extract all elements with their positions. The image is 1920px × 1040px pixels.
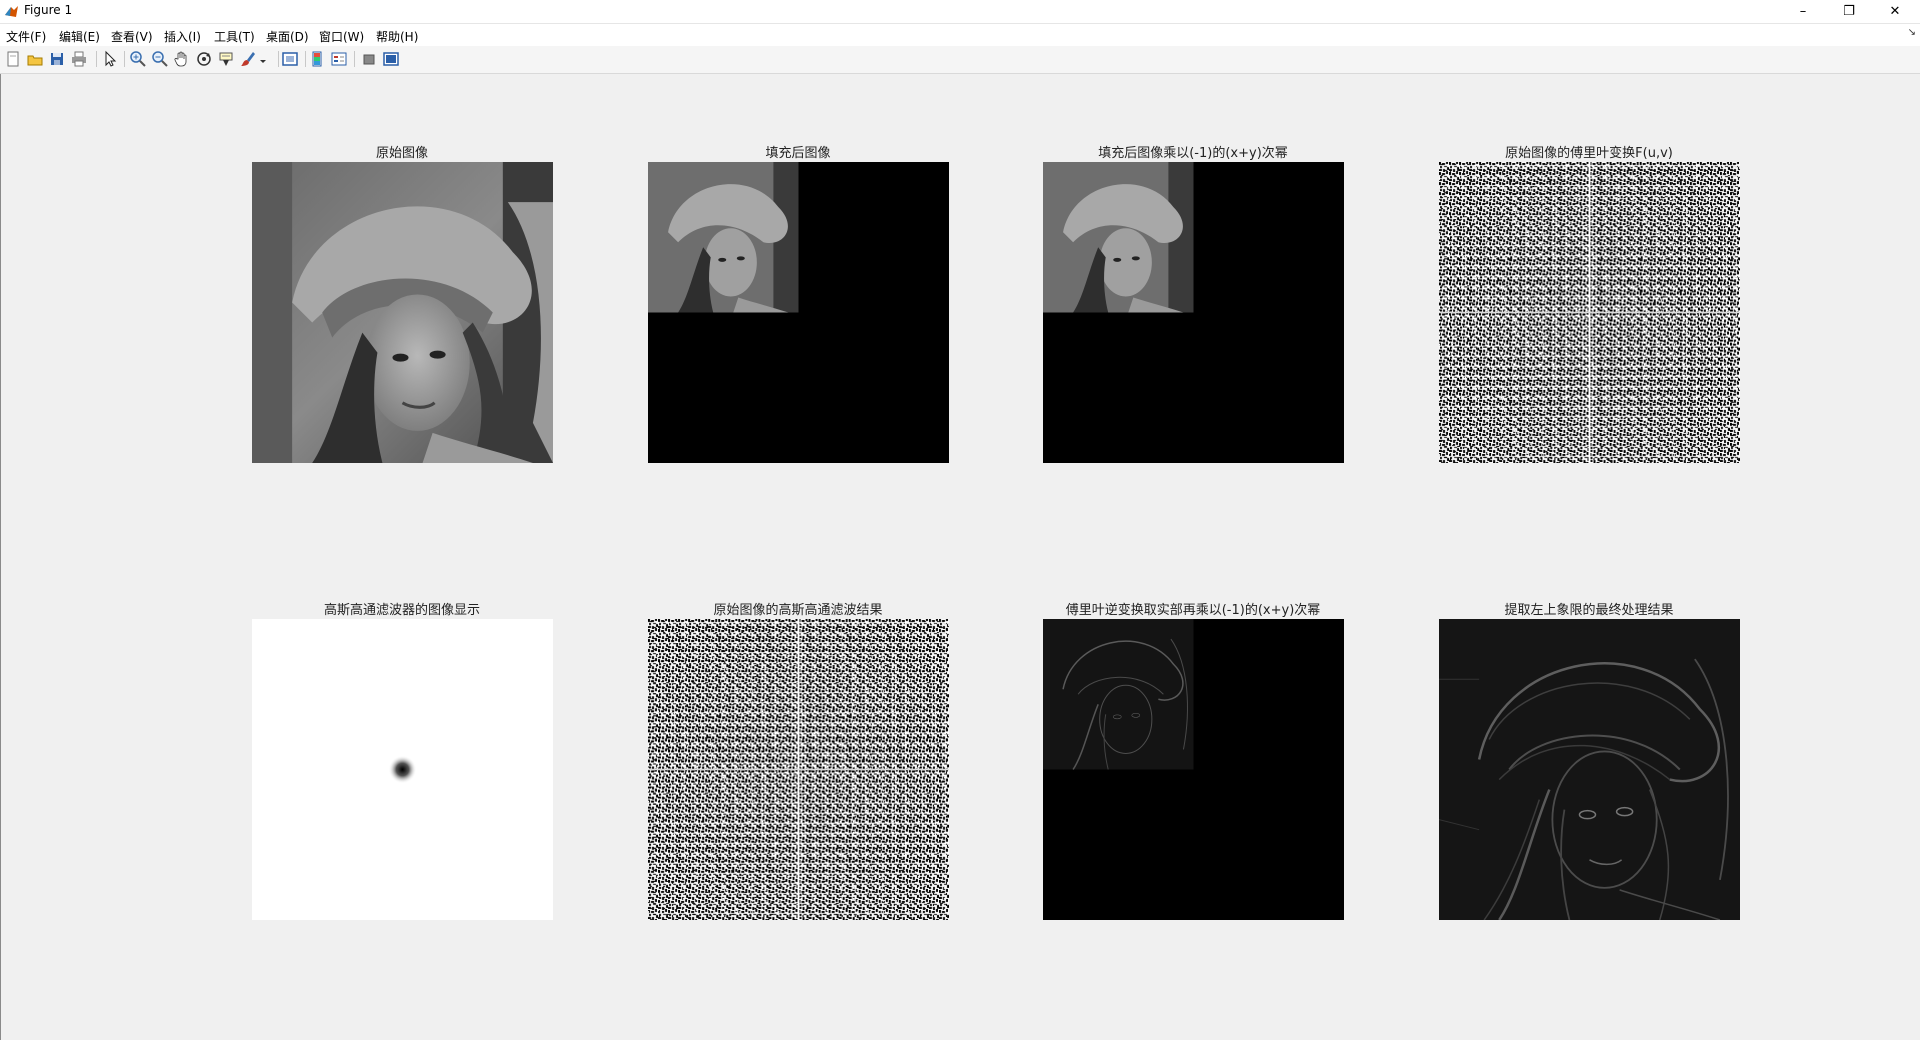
brush-dropdown-icon[interactable]: [259, 50, 267, 68]
axes-fourier-spectrum[interactable]: [1439, 162, 1740, 463]
minimize-icon[interactable]: –: [1780, 0, 1826, 22]
title-bar: Figure 1 – ❐ ✕: [0, 0, 1920, 24]
window-title: Figure 1: [24, 3, 73, 17]
final-edge-result: [1439, 619, 1740, 920]
print-icon[interactable]: [70, 50, 88, 68]
toolbar-separator: [96, 51, 97, 67]
lena-original-image: [252, 162, 553, 463]
edit-plot-arrow-icon[interactable]: [101, 50, 119, 68]
zoom-in-icon[interactable]: [129, 50, 147, 68]
subplot-title-3: 填充后图像乘以(-1)的(x+y)次幂: [1098, 146, 1288, 161]
toolbar-separator: [305, 51, 306, 67]
subplot-title-2: 填充后图像: [765, 146, 831, 161]
brush-icon[interactable]: [239, 50, 257, 68]
menu-tools[interactable]: 工具(T): [214, 28, 255, 45]
rotate-3d-icon[interactable]: [195, 50, 213, 68]
axes-filtered-spectrum[interactable]: [648, 619, 949, 920]
show-plot-tools-icon[interactable]: [382, 50, 400, 68]
inverse-padded-edges: [1043, 619, 1344, 920]
link-plot-icon[interactable]: [281, 50, 299, 68]
open-file-icon[interactable]: [26, 50, 44, 68]
subplot-title-8: 提取左上象限的最终处理结果: [1504, 603, 1674, 618]
axes-padded-image[interactable]: [648, 162, 949, 463]
fourier-spectrum-noise: [1439, 162, 1740, 463]
insert-legend-icon[interactable]: [330, 50, 348, 68]
filtered-spectrum-noise: [648, 619, 949, 920]
menu-insert[interactable]: 插入(I): [164, 28, 201, 45]
new-figure-icon[interactable]: [4, 50, 22, 68]
figure-toolbar: [0, 46, 1920, 74]
toolbar-separator: [278, 51, 279, 67]
axes-centered-padded-image[interactable]: [1043, 162, 1344, 463]
insert-colorbar-icon[interactable]: [308, 50, 326, 68]
menu-edit[interactable]: 编辑(E): [59, 28, 100, 45]
menu-view[interactable]: 查看(V): [111, 28, 153, 45]
dock-arrow-icon[interactable]: ↘: [1908, 27, 1916, 38]
menu-window[interactable]: 窗口(W): [319, 28, 364, 45]
save-icon[interactable]: [48, 50, 66, 68]
subplot-title-5: 高斯高通滤波器的图像显示: [323, 603, 480, 618]
menu-file[interactable]: 文件(F): [6, 28, 46, 45]
axes-gaussian-filter[interactable]: [252, 619, 553, 920]
restore-icon[interactable]: ❐: [1826, 0, 1872, 22]
subplot-title-4: 原始图像的傅里叶变换F(u,v): [1505, 146, 1673, 161]
subplot-title-1: 原始图像: [375, 146, 428, 161]
menu-desktop[interactable]: 桌面(D): [266, 28, 309, 45]
toolbar-separator: [124, 51, 125, 67]
menu-help[interactable]: 帮助(H): [376, 28, 418, 45]
subplot-title-7: 傅里叶逆变换取实部再乘以(-1)的(x+y)次幂: [1065, 603, 1321, 618]
data-cursor-icon[interactable]: [217, 50, 235, 68]
zoom-out-icon[interactable]: [151, 50, 169, 68]
axes-inverse-padded[interactable]: [1043, 619, 1344, 920]
axes-original-image[interactable]: [252, 162, 553, 463]
toolbar-separator: [354, 51, 355, 67]
hide-plot-tools-icon[interactable]: [360, 50, 378, 68]
matlab-icon: [4, 4, 19, 19]
close-icon[interactable]: ✕: [1872, 0, 1918, 22]
figure-canvas: 原始图像 填充后图像 填充后图像乘以(-1)的(x+y)次幂 原始图像的傅里叶变…: [0, 74, 1920, 1040]
pan-hand-icon[interactable]: [173, 50, 191, 68]
axes-final-result[interactable]: [1439, 619, 1740, 920]
menu-bar: 文件(F) 编辑(E) 查看(V) 插入(I) 工具(T) 桌面(D) 窗口(W…: [0, 24, 1920, 46]
centered-padded-image: [1043, 162, 1344, 463]
padded-image: [648, 162, 949, 463]
subplot-title-6: 原始图像的高斯高通滤波结果: [713, 603, 883, 618]
gaussian-highpass-filter: [252, 619, 553, 920]
